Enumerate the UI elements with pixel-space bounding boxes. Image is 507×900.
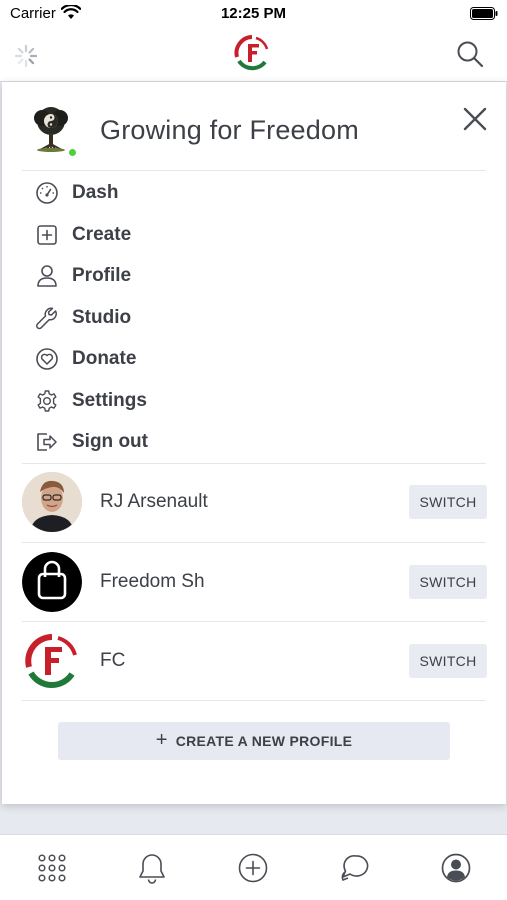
top-navigation-bar: [0, 30, 507, 82]
tab-account[interactable]: [439, 851, 473, 885]
menu-item-label: Dash: [72, 182, 119, 203]
shopping-bag-icon[interactable]: [22, 552, 82, 612]
tab-create[interactable]: [236, 851, 270, 885]
menu-item-studio[interactable]: Studio: [22, 298, 482, 338]
loading-spinner-icon: [14, 44, 38, 68]
wrench-icon: [34, 305, 60, 331]
online-status-indicator: [67, 147, 78, 158]
tab-apps[interactable]: [35, 851, 69, 885]
divider: [22, 170, 486, 171]
plus-icon: +: [155, 728, 168, 751]
account-row: RJ Arsenault SWITCH: [22, 464, 488, 542]
menu-item-donate[interactable]: Donate: [22, 339, 482, 379]
divider: [22, 700, 486, 701]
person-photo-avatar[interactable]: [22, 472, 82, 532]
menu-item-label: Create: [72, 224, 132, 245]
menu-item-label: Sign out: [72, 431, 148, 452]
account-row: FC SWITCH: [22, 623, 488, 701]
tab-notifications[interactable]: [135, 851, 169, 885]
plus-square-icon: [34, 222, 60, 248]
account-row: Freedom Sh SWITCH: [22, 544, 488, 622]
divider: [22, 542, 486, 543]
menu-item-dash[interactable]: Dash: [22, 173, 482, 213]
bell-icon: [139, 854, 165, 884]
clock: 12:25 PM: [220, 5, 287, 22]
menu-item-profile[interactable]: Profile: [22, 256, 482, 296]
account-name: RJ Arsenault: [100, 491, 208, 512]
account-name: Freedom Sh: [100, 571, 205, 592]
menu-item-create[interactable]: Create: [22, 215, 482, 255]
panel-title: Growing for Freedom: [100, 115, 359, 145]
battery-icon: [470, 7, 498, 20]
menu-item-label: Profile: [72, 265, 132, 286]
menu-item-label: Settings: [72, 390, 147, 411]
menu-item-label: Studio: [72, 307, 132, 328]
heart-circle-icon: [34, 346, 60, 372]
dashboard-gauge-icon: [34, 180, 60, 206]
plus-circle-icon: [238, 853, 268, 883]
search-icon[interactable]: [455, 39, 485, 69]
account-name: FC: [100, 650, 126, 671]
profile-menu-panel: Growing for Freedom Dash Create Profile …: [2, 82, 506, 804]
gear-icon: [34, 388, 60, 414]
sign-out-icon: [34, 429, 60, 455]
switch-account-button[interactable]: SWITCH: [409, 565, 487, 599]
apps-grid-icon: [38, 854, 66, 882]
app-logo-icon[interactable]: [22, 631, 82, 691]
user-icon: [34, 263, 60, 289]
chat-bubbles-icon: [341, 855, 369, 882]
menu-item-label: Donate: [72, 348, 137, 369]
switch-account-button[interactable]: SWITCH: [409, 644, 487, 678]
create-profile-label: CREATE A NEW PROFILE: [175, 733, 353, 749]
menu-item-settings[interactable]: Settings: [22, 381, 482, 421]
switch-account-button[interactable]: SWITCH: [409, 485, 487, 519]
app-logo-icon[interactable]: [234, 35, 270, 71]
account-circle-icon: [441, 853, 471, 883]
status-bar: Carrier 12:25 PM: [0, 0, 507, 30]
bottom-tab-bar: [0, 834, 507, 900]
divider: [22, 621, 486, 622]
close-icon[interactable]: [460, 104, 490, 134]
profile-avatar[interactable]: [26, 104, 76, 154]
create-new-profile-button[interactable]: + CREATE A NEW PROFILE: [58, 722, 450, 760]
panel-header: Growing for Freedom: [2, 82, 506, 170]
tab-messages[interactable]: [338, 851, 372, 885]
menu-item-sign-out[interactable]: Sign out: [22, 422, 482, 462]
